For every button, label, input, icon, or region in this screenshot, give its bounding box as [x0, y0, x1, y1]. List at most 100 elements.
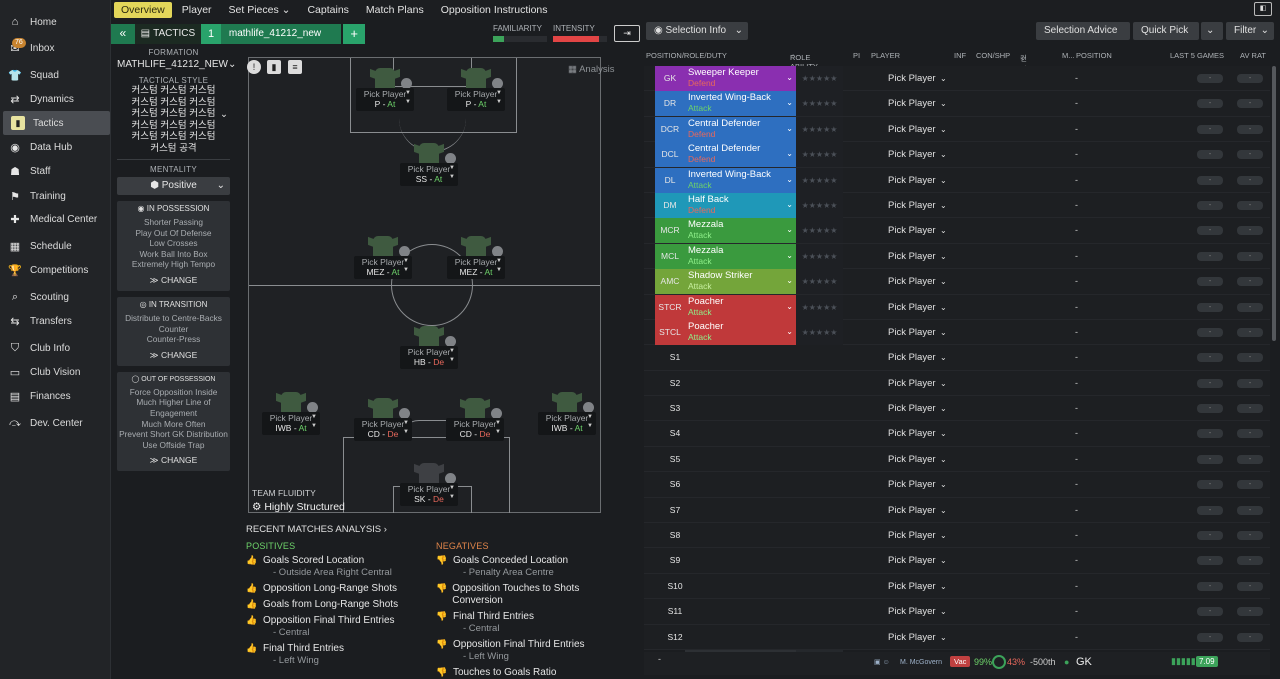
table-row[interactable]: S2 Pick Player ⌄ - - -	[644, 370, 1270, 397]
positive-item[interactable]: 👍 Final Third Entries - Left Wing	[246, 643, 426, 667]
tab-set-pieces[interactable]: Set Pieces ⌄	[222, 2, 298, 18]
pick-player-select[interactable]: Pick Player ⌄	[888, 117, 948, 142]
negative-item[interactable]: 👎 Goals Conceded Location - Penalty Area …	[436, 555, 616, 579]
table-row[interactable]: GK Sweeper Keeper Defend ⌄ ★★★★★ Pick Pl…	[644, 66, 1270, 92]
info-icon[interactable]: !	[247, 60, 261, 74]
pick-player-select[interactable]: Pick Player ⌄	[888, 396, 948, 421]
pick-player-select[interactable]: Pick Player ⌄	[888, 269, 948, 294]
negative-item[interactable]: 👎 Touches to Goals Ratio	[436, 667, 616, 679]
player-role-card[interactable]: Pick Player MEZ - At ▼ ▼	[447, 256, 505, 279]
pick-player-select[interactable]: Pick Player ⌄	[888, 218, 948, 243]
pick-player-select[interactable]: Pick Player ⌄	[888, 91, 948, 116]
role-select[interactable]: Poacher Attack ⌄	[685, 294, 796, 320]
sidebar-item-training[interactable]: ⚑ Training	[0, 184, 107, 208]
quick-pick-dropdown[interactable]: ⌄	[1201, 22, 1223, 40]
tab-captains[interactable]: Captains	[300, 2, 355, 18]
sidebar-item-staff[interactable]: ☗ Staff	[0, 159, 107, 183]
col-position-role-duty[interactable]: POSITION/ROLE/DUTY	[646, 51, 727, 60]
pitch-player-stcl[interactable]: Pick Player P - At ▼ ▼	[356, 68, 414, 111]
table-row[interactable]: S10 Pick Player ⌄ - - -	[644, 573, 1270, 600]
role-select[interactable]: Inverted Wing-Back Attack ⌄	[685, 91, 796, 117]
sidebar-item-transfers[interactable]: ⇆ Transfers	[0, 309, 107, 333]
role-select[interactable]: Central Defender Defend ⌄	[685, 116, 796, 142]
quick-pick-button[interactable]: Quick Pick	[1133, 22, 1199, 40]
mentality-select[interactable]: ⬢ Positive ⌄	[117, 177, 230, 195]
table-row[interactable]: S12 Pick Player ⌄ - - -	[644, 624, 1270, 650]
pick-player-select[interactable]: Pick Player ⌄	[888, 193, 948, 218]
pitch-player-dl[interactable]: Pick Player IWB - At ▼ ▼	[262, 392, 320, 435]
player-role-card[interactable]: Pick Player CD - De ▼ ▼	[354, 418, 412, 441]
table-row[interactable]: DR Inverted Wing-Back Attack ⌄ ★★★★★ Pic…	[644, 91, 1270, 117]
table-row[interactable]: DCL Central Defender Defend ⌄ ★★★★★ Pick…	[644, 142, 1270, 168]
pick-player-select[interactable]: Pick Player ⌄	[888, 625, 948, 650]
col-pi[interactable]: PI	[853, 51, 860, 60]
table-row[interactable]: STCL Poacher Attack ⌄ ★★★★★ Pick Player ⌄…	[644, 319, 1270, 346]
selection-info-button[interactable]: ◉ Selection Info ⌄	[646, 22, 748, 40]
pick-player-select[interactable]: Pick Player ⌄	[888, 548, 948, 573]
table-row[interactable]: S8 Pick Player ⌄ - - -	[644, 523, 1270, 549]
player-role-card[interactable]: Pick Player SK - De ▼ ▼	[400, 483, 458, 506]
table-row[interactable]: S11 Pick Player ⌄ - - -	[644, 599, 1270, 625]
col-inf[interactable]: INF	[954, 51, 966, 60]
role-select[interactable]: Inverted Wing-Back Attack ⌄	[685, 167, 796, 193]
table-row[interactable]: AMC Shadow Striker Attack ⌄ ★★★★★ Pick P…	[644, 269, 1270, 295]
pitch-player-amc[interactable]: Pick Player SS - At ▼ ▼	[400, 143, 458, 186]
col-last-5-games[interactable]: LAST 5 GAMES	[1170, 51, 1224, 60]
positive-item[interactable]: 👍 Opposition Long-Range Shots	[246, 583, 426, 595]
table-row[interactable]: DCR Central Defender Defend ⌄ ★★★★★ Pick…	[644, 116, 1270, 143]
pitch-player-mcl[interactable]: Pick Player MEZ - At ▼ ▼	[354, 236, 412, 279]
negative-item[interactable]: 👎 Final Third Entries - Central	[436, 611, 616, 635]
pick-player-select[interactable]: Pick Player ⌄	[888, 421, 948, 446]
player-role-card[interactable]: Pick Player HB - De ▼ ▼	[400, 346, 458, 369]
list-icon[interactable]: ≡	[288, 60, 302, 74]
col-m[interactable]: M...	[1062, 51, 1075, 60]
collapse-panel-button[interactable]: «	[111, 24, 135, 44]
pitch-player-dcr[interactable]: Pick Player CD - De ▼ ▼	[446, 398, 504, 441]
sidebar-item-medical-center[interactable]: ✚ Medical Center	[0, 207, 107, 231]
table-row[interactable]: DL Inverted Wing-Back Attack ⌄ ★★★★★ Pic…	[644, 167, 1270, 193]
recent-matches-link[interactable]: RECENT MATCHES ANALYSIS ›	[246, 524, 626, 535]
sidebar-item-club-vision[interactable]: ▭ Club Vision	[0, 360, 107, 384]
role-select[interactable]: Half Back Defend ⌄	[685, 192, 796, 218]
pick-player-select[interactable]: Pick Player ⌄	[888, 66, 948, 91]
pick-player-select[interactable]: Pick Player ⌄	[888, 371, 948, 396]
pick-player-select[interactable]: Pick Player ⌄	[888, 168, 948, 193]
pick-player-select[interactable]: Pick Player ⌄	[888, 142, 948, 167]
positive-item[interactable]: 👍 Opposition Final Third Entries - Centra…	[246, 615, 426, 639]
player-role-card[interactable]: Pick Player IWB - At ▼ ▼	[538, 412, 596, 435]
tactic-slot-number[interactable]: 1	[201, 24, 221, 44]
table-row[interactable]: S4 Pick Player ⌄ - - -	[644, 421, 1270, 447]
table-row[interactable]: STCR Poacher Attack ⌄ ★★★★★ Pick Player ⌄…	[644, 294, 1270, 320]
pitch-player-dm[interactable]: Pick Player HB - De ▼ ▼	[400, 326, 458, 369]
pick-player-select[interactable]: Pick Player ⌄	[888, 295, 948, 320]
filter-button[interactable]: Filter ⌄	[1226, 22, 1274, 40]
sidebar-item-data-hub[interactable]: ◉ Data Hub	[0, 135, 107, 159]
tab-match-plans[interactable]: Match Plans	[359, 2, 431, 18]
pick-player-select[interactable]: Pick Player ⌄	[888, 498, 948, 523]
player-role-card[interactable]: Pick Player MEZ - At ▼ ▼	[354, 256, 412, 279]
pitch-player-dcl[interactable]: Pick Player CD - De ▼ ▼	[354, 398, 412, 441]
table-row[interactable]: S3 Pick Player ⌄ - - -	[644, 396, 1270, 422]
negative-item[interactable]: 👎 Opposition Touches to Shots Conversion	[436, 583, 616, 607]
player-role-card[interactable]: Pick Player P - At ▼ ▼	[356, 88, 414, 111]
pitch-player-dr[interactable]: Pick Player IWB - At ▼ ▼	[538, 392, 596, 435]
pitch-player-gk[interactable]: Pick Player SK - De ▼ ▼	[400, 463, 458, 506]
tab-opposition-instructions[interactable]: Opposition Instructions	[434, 2, 555, 18]
player-role-card[interactable]: Pick Player CD - De ▼ ▼	[446, 418, 504, 441]
table-row[interactable]: MCL Mezzala Attack ⌄ ★★★★★ Pick Player ⌄ …	[644, 243, 1270, 270]
tactic-name[interactable]: mathlife_41212_new	[220, 24, 342, 44]
change-in-transition-button[interactable]: ≫ CHANGE	[119, 350, 228, 361]
table-row[interactable]: S7 Pick Player ⌄ - - -	[644, 497, 1270, 524]
pick-player-select[interactable]: Pick Player ⌄	[888, 599, 948, 624]
sidebar-item-tactics[interactable]: ▮ Tactics	[3, 111, 110, 135]
table-scrollbar[interactable]	[1272, 66, 1276, 341]
tab-player[interactable]: Player	[175, 2, 219, 18]
table-row[interactable]: S1 Pick Player ⌄ - - -	[644, 345, 1270, 371]
negative-item[interactable]: 👎 Opposition Final Third Entries - Left W…	[436, 639, 616, 663]
pick-player-select[interactable]: Pick Player ⌄	[888, 244, 948, 269]
add-tactic-button[interactable]: +	[343, 24, 365, 44]
role-select[interactable]: Mezzala Attack ⌄	[685, 218, 796, 244]
role-select[interactable]: Central Defender Defend ⌄	[685, 142, 796, 168]
role-select[interactable]: Sweeper Keeper Defend ⌄	[685, 66, 796, 91]
sidebar-item-scouting[interactable]: ⌕ Scouting	[0, 285, 107, 309]
